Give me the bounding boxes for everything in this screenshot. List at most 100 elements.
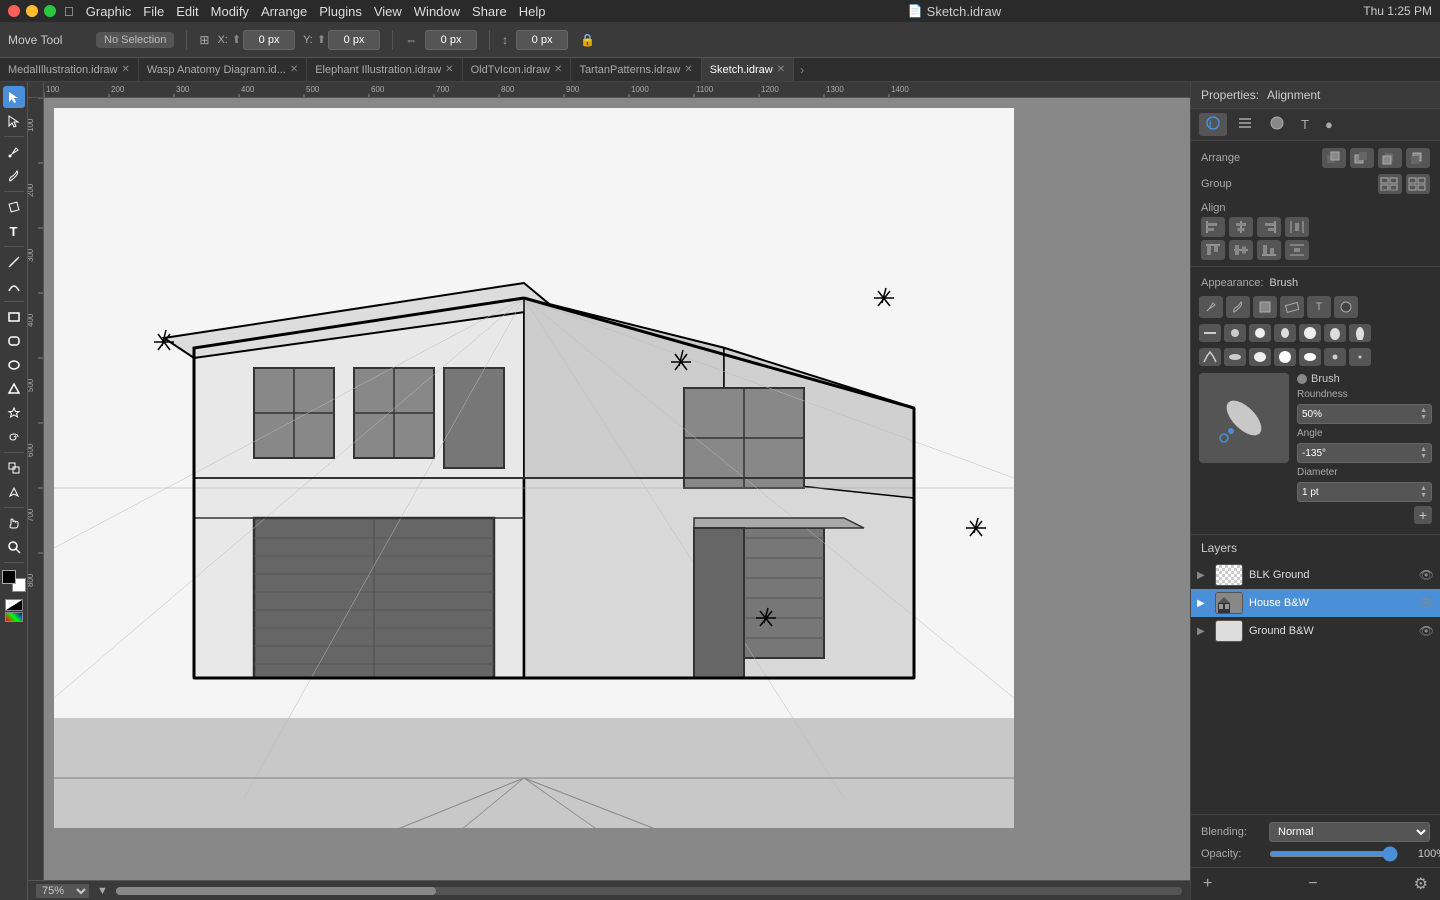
align-top-btn[interactable] — [1201, 240, 1225, 260]
tab-tartan[interactable]: TartanPatterns.idraw ✕ — [571, 58, 701, 82]
menu-window[interactable]: Window — [414, 4, 460, 19]
rounded-rect-tool[interactable] — [3, 330, 25, 352]
swap-colors-btn[interactable] — [5, 612, 23, 622]
tab-close-wasp[interactable]: ✕ — [290, 64, 298, 75]
zoom-tool[interactable] — [3, 536, 25, 558]
brush-preset-white-circle[interactable] — [1274, 348, 1296, 366]
panel-tab-pen[interactable]: i — [1199, 113, 1227, 136]
angle-down-arrow[interactable]: ▼ — [1420, 453, 1427, 460]
brush-preset-dot[interactable] — [1324, 348, 1346, 366]
brush-preset-pointed[interactable] — [1349, 324, 1371, 342]
menu-share[interactable]: Share — [472, 4, 507, 19]
width-input[interactable] — [425, 30, 477, 50]
arrange-front-btn[interactable] — [1322, 148, 1346, 168]
menu-graphic[interactable]: Graphic — [86, 4, 132, 19]
group-btn[interactable] — [1378, 174, 1402, 194]
diameter-up-arrow[interactable]: ▲ — [1420, 485, 1427, 492]
tab-close-tartan[interactable]: ✕ — [684, 64, 692, 75]
layer-eye-blk[interactable]: 👁 — [1419, 568, 1434, 582]
polygon-tool[interactable] — [3, 378, 25, 400]
brush-add-btn[interactable]: + — [1414, 506, 1432, 524]
diameter-down-arrow[interactable]: ▼ — [1420, 492, 1427, 499]
arc-tool[interactable] — [3, 275, 25, 297]
subselect-tool[interactable] — [3, 110, 25, 132]
tab-close-elephant[interactable]: ✕ — [445, 64, 453, 75]
star-tool[interactable] — [3, 402, 25, 424]
diameter-input-box[interactable]: 1 pt ▲ ▼ — [1297, 482, 1432, 502]
roundness-input-box[interactable]: 50% ▲ ▼ — [1297, 404, 1432, 424]
appearance-brush-btn[interactable] — [1226, 296, 1250, 318]
layer-ground-bw[interactable]: ▶ Ground B&W 👁 — [1191, 617, 1440, 645]
appearance-shadow-btn[interactable] — [1334, 296, 1358, 318]
paint-bucket-tool[interactable] — [3, 196, 25, 218]
menu-view[interactable]: View — [374, 4, 402, 19]
layer-eye-house[interactable]: 👁 — [1419, 596, 1434, 610]
delete-layer-btn[interactable]: − — [1304, 873, 1321, 895]
layer-house-bw[interactable]: ▶ House B&W 👁 — [1191, 589, 1440, 617]
line-tool[interactable] — [3, 251, 25, 273]
arrange-back-btn[interactable] — [1406, 148, 1430, 168]
tab-elephant[interactable]: Elephant Illustration.idraw ✕ — [307, 58, 462, 82]
spiral-tool[interactable] — [3, 426, 25, 448]
align-distribute-h-btn[interactable] — [1285, 217, 1309, 237]
brush-preset-dash[interactable] — [1199, 324, 1221, 342]
align-distribute-v-btn[interactable] — [1285, 240, 1309, 260]
arrange-forward-btn[interactable] — [1350, 148, 1374, 168]
select-tool[interactable] — [3, 86, 25, 108]
tab-sketch[interactable]: Sketch.idraw ✕ — [702, 58, 794, 82]
brush-preset-oval[interactable] — [1274, 324, 1296, 342]
brush-preset-medium[interactable] — [1249, 348, 1271, 366]
appearance-eraser-btn[interactable] — [1280, 296, 1304, 318]
menu-apple[interactable]:  — [64, 4, 74, 19]
angle-up-arrow[interactable]: ▲ — [1420, 446, 1427, 453]
brush-preset-small-dot[interactable] — [1349, 348, 1371, 366]
rect-tool[interactable] — [3, 306, 25, 328]
reset-colors-btn[interactable] — [5, 599, 23, 611]
align-right-btn[interactable] — [1257, 217, 1281, 237]
ungroup-btn[interactable] — [1406, 174, 1430, 194]
hand-tool[interactable] — [3, 512, 25, 534]
panel-tab-align[interactable] — [1231, 113, 1259, 136]
horizontal-scrollbar[interactable] — [116, 887, 1182, 895]
add-layer-btn[interactable]: + — [1199, 873, 1216, 895]
appearance-pen-btn[interactable] — [1199, 296, 1223, 318]
panel-tab-other[interactable]: ● — [1319, 115, 1339, 134]
layer-blk-ground[interactable]: ▶ BLK Ground 👁 — [1191, 561, 1440, 589]
knife-tool[interactable] — [3, 481, 25, 503]
pen-tool[interactable] — [3, 141, 25, 163]
y-input[interactable] — [328, 30, 380, 50]
angle-input-box[interactable]: -135° ▲ ▼ — [1297, 443, 1432, 463]
minimize-button[interactable] — [26, 5, 38, 17]
arrange-backward-btn[interactable] — [1378, 148, 1402, 168]
menu-help[interactable]: Help — [519, 4, 546, 19]
brush-tool[interactable] — [3, 165, 25, 187]
tab-medalillustration[interactable]: MedalIllustration.idraw ✕ — [0, 58, 139, 82]
align-bottom-btn[interactable] — [1257, 240, 1281, 260]
ellipse-tool[interactable] — [3, 354, 25, 376]
foreground-color-swatch[interactable] — [2, 570, 16, 584]
menu-plugins[interactable]: Plugins — [319, 4, 362, 19]
canvas-viewport[interactable] — [44, 98, 1190, 880]
align-center-h-btn[interactable] — [1229, 217, 1253, 237]
shape-builder-tool[interactable] — [3, 457, 25, 479]
brush-preset-large-circle[interactable] — [1299, 324, 1321, 342]
x-input[interactable] — [243, 30, 295, 50]
roundness-up-arrow[interactable]: ▲ — [1420, 407, 1427, 414]
layer-settings-btn[interactable]: ⚙ — [1410, 872, 1432, 896]
tabs-overflow-btn[interactable]: › — [794, 63, 810, 77]
brush-preset-thin[interactable] — [1224, 348, 1246, 366]
height-input[interactable] — [516, 30, 568, 50]
brush-preset-round[interactable] — [1224, 324, 1246, 342]
appearance-text-btn[interactable]: T — [1307, 296, 1331, 318]
brush-preset-circle[interactable] — [1249, 324, 1271, 342]
close-button[interactable] — [8, 5, 20, 17]
tab-close-medal[interactable]: ✕ — [121, 64, 129, 75]
tab-wasp[interactable]: Wasp Anatomy Diagram.id... ✕ — [139, 58, 307, 82]
blending-mode-select[interactable]: Normal Multiply Screen Overlay Darken Li… — [1269, 822, 1430, 842]
layer-eye-ground[interactable]: 👁 — [1419, 624, 1434, 638]
panel-tab-fill[interactable] — [1263, 113, 1291, 136]
menu-modify[interactable]: Modify — [211, 4, 249, 19]
text-tool[interactable]: T — [3, 220, 25, 242]
roundness-down-arrow[interactable]: ▼ — [1420, 414, 1427, 421]
zoom-selector[interactable]: 75% 100% 50% 200% — [36, 884, 89, 898]
